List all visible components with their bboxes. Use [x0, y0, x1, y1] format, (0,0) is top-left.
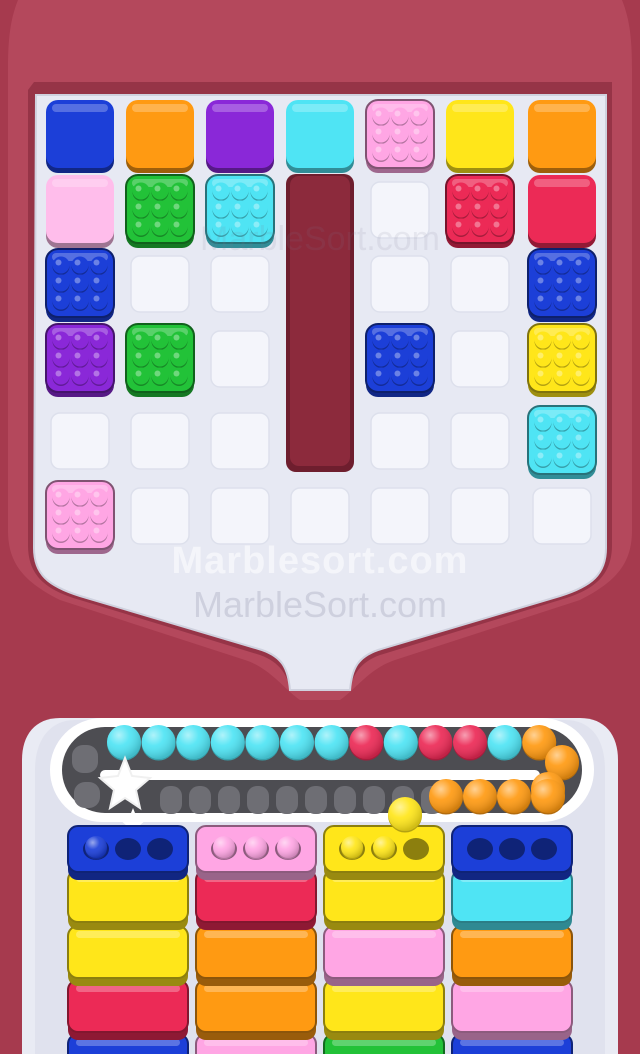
- empty-slot: [276, 786, 298, 814]
- empty-cell: [210, 412, 270, 470]
- empty-cell: [370, 412, 430, 470]
- bubble-block[interactable]: [365, 99, 435, 173]
- marble: [314, 725, 349, 761]
- empty-slot: [160, 786, 182, 814]
- color-column[interactable]: [67, 825, 189, 1054]
- color-block[interactable]: [286, 100, 354, 173]
- conveyor-belt: [50, 718, 594, 822]
- marble: [245, 836, 267, 860]
- color-block[interactable]: [46, 175, 114, 248]
- empty-cell: [210, 255, 270, 313]
- marble: [210, 725, 245, 761]
- marble: [341, 836, 363, 860]
- color-column[interactable]: [451, 825, 573, 1054]
- falling-marble: [388, 797, 422, 833]
- bubble-block[interactable]: [125, 174, 195, 248]
- bubble-block[interactable]: [365, 323, 435, 397]
- bubble-block[interactable]: [45, 480, 115, 554]
- empty-cell: [210, 487, 270, 545]
- marble: [349, 725, 384, 761]
- bubble-block[interactable]: [125, 323, 195, 397]
- empty-cell: [290, 487, 350, 545]
- marble: [213, 836, 235, 860]
- color-block[interactable]: [528, 100, 596, 173]
- game-stage: [0, 0, 640, 1054]
- column-cap[interactable]: [451, 825, 573, 880]
- marble: [107, 725, 141, 761]
- marble: [277, 836, 299, 860]
- marble: [453, 725, 487, 761]
- cap-hole: [115, 838, 141, 860]
- empty-cell: [130, 255, 190, 313]
- bubble-block[interactable]: [527, 323, 597, 397]
- bubble-block[interactable]: [205, 174, 275, 248]
- empty-cell: [50, 412, 110, 470]
- empty-cell: [210, 330, 270, 388]
- color-block[interactable]: [206, 100, 274, 173]
- cap-hole: [147, 838, 173, 860]
- color-column[interactable]: [195, 825, 317, 1054]
- bubble-block[interactable]: [445, 174, 515, 248]
- bubble-block[interactable]: [527, 248, 597, 322]
- color-block[interactable]: [528, 175, 596, 248]
- cap-hole: [531, 838, 557, 860]
- bubble-block[interactable]: [527, 405, 597, 479]
- empty-slot: [305, 786, 327, 814]
- marble: [383, 725, 418, 761]
- color-block[interactable]: [126, 100, 194, 173]
- marble: [497, 779, 531, 815]
- marble: [463, 779, 497, 815]
- empty-slot: [72, 745, 98, 773]
- marble: [418, 725, 453, 761]
- empty-cell: [532, 487, 592, 545]
- empty-cell: [370, 487, 430, 545]
- empty-cell: [370, 255, 430, 313]
- marble: [531, 779, 565, 815]
- empty-slot: [218, 786, 240, 814]
- marble: [388, 797, 422, 833]
- marble: [141, 725, 176, 761]
- cap-hole: [403, 838, 429, 860]
- color-column[interactable]: [323, 825, 445, 1054]
- color-block[interactable]: [446, 100, 514, 173]
- empty-cell: [450, 412, 510, 470]
- empty-cell: [450, 255, 510, 313]
- empty-slot: [334, 786, 356, 814]
- column-cap[interactable]: [195, 825, 317, 880]
- bubble-block[interactable]: [45, 248, 115, 322]
- marble: [487, 725, 522, 761]
- empty-cell: [450, 487, 510, 545]
- marble: [429, 779, 463, 815]
- color-block[interactable]: [46, 100, 114, 173]
- marble: [373, 836, 395, 860]
- conveyor-divider: [100, 770, 540, 780]
- empty-cell: [370, 181, 430, 239]
- bubble-block[interactable]: [45, 323, 115, 397]
- column-cap[interactable]: [67, 825, 189, 880]
- empty-slot: [363, 786, 385, 814]
- marble: [280, 725, 314, 761]
- empty-cell: [130, 412, 190, 470]
- column-cap[interactable]: [323, 825, 445, 880]
- empty-cell: [130, 487, 190, 545]
- board-wall-top: [290, 176, 350, 466]
- empty-slot: [74, 782, 100, 808]
- empty-cell: [450, 330, 510, 388]
- empty-slot: [189, 786, 211, 814]
- marble: [85, 836, 107, 860]
- marble: [245, 725, 280, 761]
- cap-hole: [467, 838, 493, 860]
- marble: [176, 725, 211, 761]
- cap-hole: [499, 838, 525, 860]
- empty-slot: [247, 786, 269, 814]
